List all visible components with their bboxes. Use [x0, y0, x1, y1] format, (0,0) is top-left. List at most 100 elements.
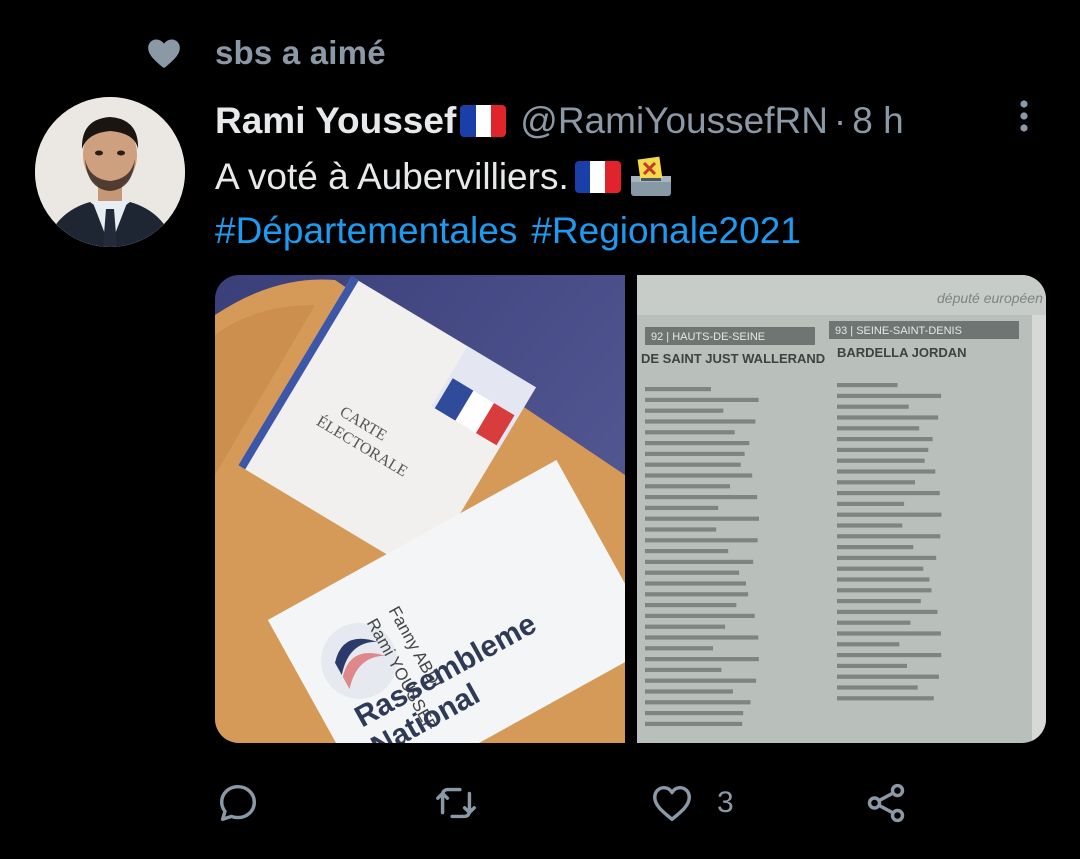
reply-icon: [219, 784, 257, 822]
like-icon: [653, 785, 691, 822]
list-text-line: [644, 635, 758, 640]
list-text-line: [836, 415, 938, 420]
list-text-line: [644, 646, 713, 651]
list-text-line: [644, 527, 716, 532]
hashtags-line: #Départementales #Regionale2021: [215, 204, 1045, 258]
list-text-line: [644, 581, 746, 586]
list-text-line: [644, 700, 750, 705]
svg-text:BARDELLA JORDAN: BARDELLA JORDAN: [837, 345, 967, 360]
list-text-line: [836, 491, 940, 496]
hashtag-link[interactable]: #Regionale2021: [531, 204, 801, 258]
flag-france-emoji: [460, 105, 507, 137]
list-text-line: [644, 689, 733, 694]
list-text-line: [644, 419, 755, 424]
list-text-line: [836, 523, 902, 528]
svg-text:DE SAINT JUST WALLERAND: DE SAINT JUST WALLERAND: [641, 351, 825, 366]
reply-button[interactable]: [215, 775, 261, 831]
list-text-line: [836, 393, 941, 398]
timestamp[interactable]: 8 h: [852, 100, 903, 142]
tweet-actions: 3: [215, 775, 1045, 831]
media-grid: CARTE ÉLECTORALE Fanny ABDI Rami YOUSSEF…: [215, 275, 1046, 743]
list-text-line: [836, 512, 941, 517]
list-text-line: [836, 480, 915, 485]
candidate-list-image: député européen 92 | HAUTS-DE-SEINE 93 |…: [636, 275, 1046, 743]
retweet-button[interactable]: [433, 775, 479, 831]
list-text-line: [836, 404, 909, 409]
social-context-text: sbs a aimé: [215, 34, 386, 71]
share-icon: [867, 783, 905, 823]
list-text-line: [644, 473, 752, 478]
list-text-line: [836, 555, 936, 560]
list-text-line: [644, 408, 723, 413]
list-text-line: [644, 603, 736, 608]
list-text-line: [836, 447, 928, 452]
hashtag-link[interactable]: #Départementales: [215, 204, 517, 258]
list-text-line: [836, 631, 941, 636]
svg-text:député européen: député européen: [937, 290, 1043, 306]
tweet-page: sbs a aimé Rami Youssef @RamiYoussefRN ·…: [0, 0, 1080, 859]
media-photo-candidate-list[interactable]: député européen 92 | HAUTS-DE-SEINE 93 |…: [636, 275, 1047, 743]
list-text-line: [644, 505, 718, 510]
separator: ·: [833, 100, 847, 141]
list-text-line: [836, 383, 897, 388]
list-text-line: [836, 609, 937, 614]
list-text-line: [644, 397, 759, 402]
list-text-line: [836, 501, 904, 506]
list-text-line: [836, 566, 923, 571]
list-text-line: [836, 458, 925, 463]
list-text-line: [644, 657, 759, 662]
list-text-line: [644, 441, 749, 446]
list-text-line: [644, 559, 753, 564]
list-text-line: [836, 696, 934, 701]
display-name[interactable]: Rami Youssef: [215, 100, 456, 142]
list-text-line: [836, 437, 933, 442]
heart-icon: [148, 39, 180, 68]
list-text-line: [644, 570, 739, 575]
flag-france-emoji: [574, 161, 621, 193]
svg-text:92 | HAUTS-DE-SEINE: 92 | HAUTS-DE-SEINE: [651, 331, 765, 343]
list-text-line: [836, 469, 935, 474]
ballot-box-emoji: [630, 156, 671, 196]
list-text-line: [836, 426, 919, 431]
media-photo-voter-card[interactable]: CARTE ÉLECTORALE Fanny ABDI Rami YOUSSEF…: [215, 275, 625, 743]
social-context[interactable]: sbs a aimé: [145, 30, 386, 76]
list-text-line: [644, 387, 711, 392]
like-count: 3: [717, 786, 734, 819]
tweet-text-content: A voté à Aubervilliers.: [215, 156, 569, 197]
list-text-line: [644, 678, 756, 683]
list-text-line: [836, 653, 941, 658]
list-text-line: [644, 495, 757, 500]
list-text-line: [644, 592, 748, 597]
list-text-line: [836, 599, 921, 604]
list-text-line: [644, 484, 730, 489]
list-text-line: [644, 624, 725, 629]
list-text-line: [836, 674, 939, 679]
list-text-line: [644, 711, 743, 716]
list-text-line: [644, 462, 741, 467]
avatar[interactable]: [35, 97, 185, 247]
list-text-line: [644, 430, 735, 435]
retweet-icon: [436, 787, 476, 819]
list-text-line: [644, 451, 745, 456]
voter-card-image: CARTE ÉLECTORALE Fanny ABDI Rami YOUSSEF…: [215, 275, 625, 743]
handle[interactable]: @RamiYoussefRN: [520, 100, 828, 142]
list-text-line: [836, 642, 899, 647]
list-text-line: [836, 534, 940, 539]
like-button[interactable]: 3: [649, 775, 734, 831]
list-text-line: [836, 588, 931, 593]
list-text-line: [836, 663, 907, 668]
list-text-line: [644, 721, 742, 726]
list-text-line: [836, 545, 913, 550]
share-button[interactable]: [863, 775, 909, 831]
list-text-line: [836, 620, 910, 625]
avatar-photo: [35, 97, 185, 247]
list-text-line: [836, 685, 918, 690]
list-text-line: [644, 613, 755, 618]
list-text-line: [644, 667, 721, 672]
list-text-line: [644, 549, 728, 554]
more-options-icon[interactable]: [1010, 98, 1038, 138]
list-text-line: [644, 516, 759, 521]
svg-text:93 | SEINE-SAINT-DENIS: 93 | SEINE-SAINT-DENIS: [835, 325, 962, 337]
tweet-text: A voté à Aubervilliers. #Départementales…: [215, 150, 1045, 258]
list-text-line: [836, 577, 929, 582]
